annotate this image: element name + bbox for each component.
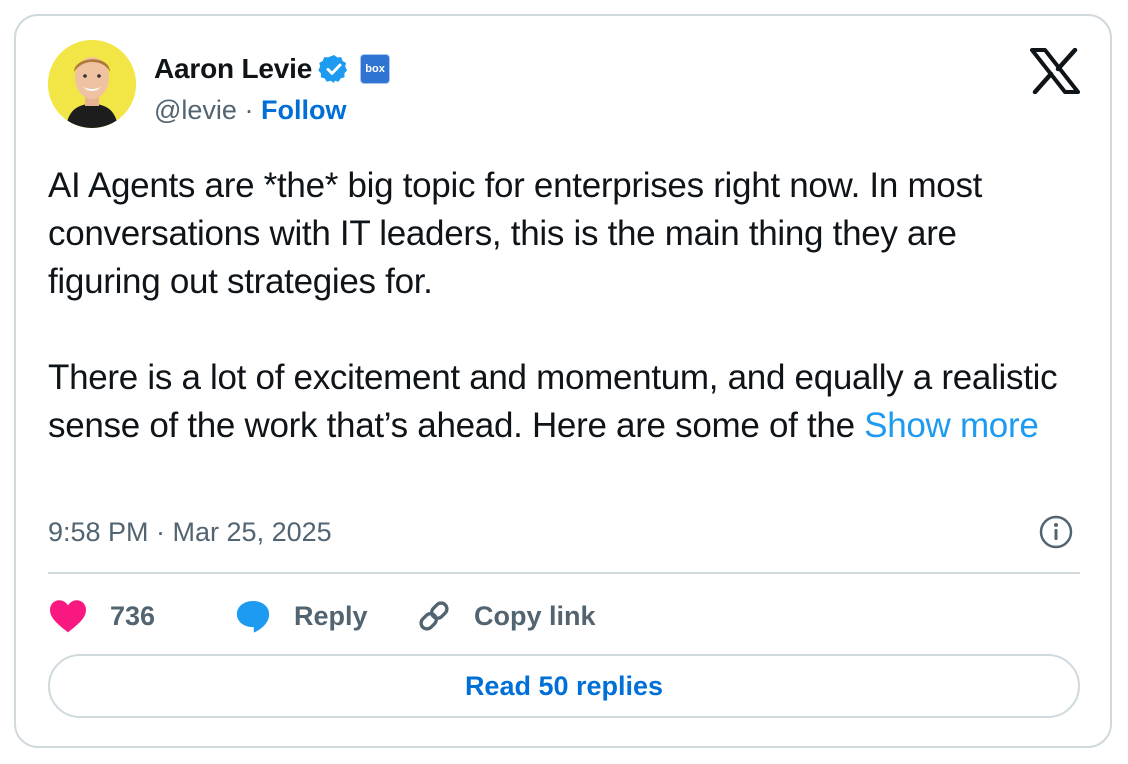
copy-link-label: Copy link: [474, 600, 596, 631]
like-button[interactable]: 736: [48, 594, 155, 638]
reply-button[interactable]: Reply: [234, 594, 368, 638]
handle-separator: ·: [244, 95, 254, 125]
heart-icon: [50, 600, 86, 633]
x-logo-icon[interactable]: [1030, 48, 1080, 94]
tweet-paragraph: AI Agents are *the* big topic for enterp…: [48, 166, 983, 301]
copy-link-button[interactable]: Copy link: [414, 594, 596, 638]
link-icon: [419, 601, 449, 631]
tweet-timestamp[interactable]: 9:58 PM · Mar 25, 2025: [48, 512, 332, 552]
avatar-photo: [48, 40, 136, 128]
info-icon[interactable]: [1038, 514, 1074, 550]
avatar[interactable]: [48, 40, 136, 128]
author-display-name[interactable]: Aaron Levie: [154, 53, 312, 85]
show-more-link[interactable]: Show more: [864, 406, 1039, 445]
affiliation-badge-text: box: [365, 63, 385, 75]
tweet-actions: 736 Reply Copy link: [48, 594, 1080, 638]
author-name-row: Aaron Levie box: [154, 50, 391, 88]
speech-bubble-icon: [236, 600, 270, 633]
tweet-text: AI Agents are *the* big topic for enterp…: [48, 162, 1078, 450]
read-replies-button[interactable]: Read 50 replies: [48, 654, 1080, 718]
box-logo-icon[interactable]: box: [360, 54, 391, 84]
tweet-paragraph-2: There is a lot of excitement and momentu…: [48, 354, 1078, 450]
reply-label: Reply: [294, 600, 368, 631]
follow-link[interactable]: Follow: [261, 95, 346, 125]
read-replies-label: Read 50 replies: [464, 670, 664, 701]
embedded-tweet-card: Aaron Levie box @levie · Follow AI Agent…: [14, 14, 1112, 748]
divider: [48, 572, 1080, 574]
author-handle-row: @levie · Follow: [154, 92, 346, 128]
verified-badge-icon: [318, 53, 350, 85]
like-count: 736: [110, 600, 156, 631]
author-handle[interactable]: @levie: [154, 95, 237, 125]
